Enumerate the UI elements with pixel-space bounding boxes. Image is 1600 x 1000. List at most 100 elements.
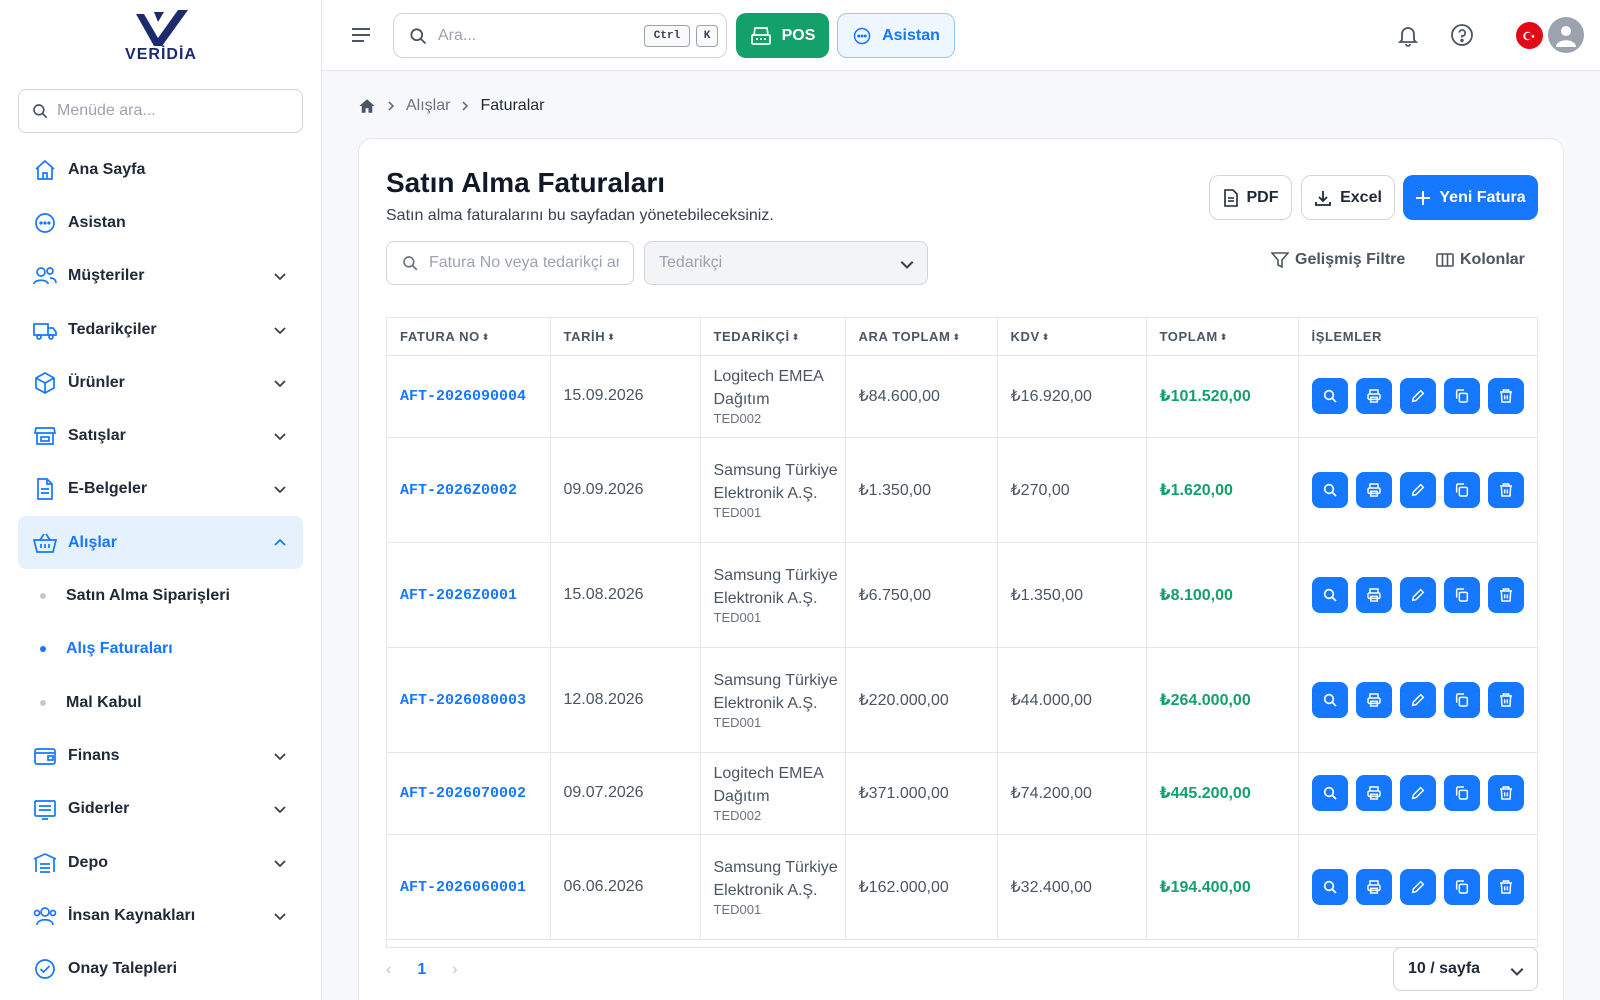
home-icon[interactable]	[358, 97, 376, 115]
sidebar-subitem-mal-kabul[interactable]: Mal Kabul	[18, 676, 303, 729]
edit-button[interactable]	[1399, 681, 1436, 718]
table-row[interactable]: AFT-2026Z0002 09.09.2026 Samsung Türkiye E…	[387, 437, 1537, 543]
next-page-icon[interactable]: ›	[452, 961, 457, 979]
cell-total: ₺194.400,00	[1146, 834, 1299, 940]
print-button[interactable]	[1355, 576, 1392, 613]
view-button[interactable]	[1311, 378, 1348, 414]
edit-button[interactable]	[1399, 471, 1436, 508]
sidebar-item-depo[interactable]: Depo	[18, 836, 303, 889]
sidebar-item-satislar[interactable]: Satışlar	[18, 409, 303, 462]
language-flag-icon[interactable]	[1516, 22, 1543, 49]
print-button[interactable]	[1355, 471, 1392, 508]
sidebar-item-tedarikciler[interactable]: Tedarikçiler	[18, 303, 303, 356]
pdf-button[interactable]: PDF	[1209, 175, 1292, 220]
delete-button[interactable]	[1487, 378, 1524, 414]
view-button[interactable]	[1311, 471, 1348, 508]
delete-button[interactable]	[1487, 868, 1524, 905]
page-number[interactable]: 1	[417, 961, 426, 979]
table-row[interactable]: AFT-2026070002 09.07.2026 Logitech EMEA Da…	[387, 752, 1537, 835]
advanced-filter-button[interactable]: Gelişmiş Filtre	[1271, 251, 1405, 269]
sidebar-item-e-belgeler[interactable]: E-Belgeler	[18, 463, 303, 516]
table-row[interactable]: AFT-2026080003 12.08.2026 Samsung Türkiye …	[387, 647, 1537, 753]
print-button[interactable]	[1355, 775, 1392, 811]
table-row[interactable]: AFT-2026Z0001 15.08.2026 Samsung Türkiye E…	[387, 542, 1537, 648]
edit-button[interactable]	[1399, 868, 1436, 905]
sidebar-item-alislar[interactable]: Alışlar	[18, 516, 303, 570]
view-button[interactable]	[1311, 576, 1348, 613]
view-button[interactable]	[1311, 775, 1348, 811]
sidebar-item-ana-sayfa[interactable]: Ana Sayfa	[18, 143, 303, 196]
global-search[interactable]: Ctrl K	[393, 13, 727, 58]
excel-button[interactable]: Excel	[1301, 175, 1395, 220]
menu-search[interactable]	[18, 89, 303, 133]
sidebar-item-onay-talepleri[interactable]: Onay Talepleri	[18, 942, 303, 995]
menu-search-input[interactable]	[57, 102, 277, 120]
delete-button[interactable]	[1487, 775, 1524, 811]
edit-button[interactable]	[1399, 576, 1436, 613]
sidebar-item-musteriler[interactable]: Müşteriler	[18, 250, 303, 303]
delete-button[interactable]	[1487, 576, 1524, 613]
sidebar-item-giderler[interactable]: Giderler	[18, 783, 303, 836]
table-row[interactable]: AFT-2026090004 15.09.2026 Logitech EMEA Da…	[387, 355, 1537, 438]
col-header-vat[interactable]: KDV ⬍	[997, 318, 1147, 356]
help-icon[interactable]	[1450, 23, 1474, 47]
invoice-link[interactable]: AFT-2026070002	[400, 785, 526, 802]
supplier-select[interactable]: Tedarikçi	[644, 241, 928, 285]
sidebar-item-label: Alışlar	[68, 533, 117, 551]
print-button[interactable]	[1355, 681, 1392, 718]
logo[interactable]: VERİDİA	[0, 8, 322, 68]
bell-icon[interactable]	[1396, 23, 1420, 47]
sidebar-item-urunler[interactable]: Ürünler	[18, 356, 303, 409]
assistant-button[interactable]: Asistan	[837, 13, 955, 58]
col-header-date[interactable]: TARİH ⬍	[550, 318, 701, 356]
sidebar-subitem-satin-alma-siparisleri[interactable]: Satın Alma Siparişleri	[18, 569, 303, 622]
pos-button[interactable]: POS	[736, 13, 829, 58]
copy-button[interactable]	[1443, 378, 1480, 414]
invoice-link[interactable]: AFT-2026090004	[400, 388, 526, 405]
edit-button[interactable]	[1399, 775, 1436, 811]
col-header-subtotal[interactable]: ARA TOPLAM ⬍	[845, 318, 998, 356]
sidebar-subitem-label: Alış Faturaları	[66, 640, 173, 658]
invoice-link[interactable]: AFT-2026060001	[400, 879, 526, 896]
delete-button[interactable]	[1487, 681, 1524, 718]
copy-button[interactable]	[1443, 868, 1480, 905]
cell-subtotal: ₺1.350,00	[845, 437, 998, 543]
prev-page-icon[interactable]: ‹	[386, 961, 391, 979]
invoice-search-input[interactable]	[429, 254, 619, 272]
view-button[interactable]	[1311, 681, 1348, 718]
print-button[interactable]	[1355, 378, 1392, 414]
bullet-dot	[40, 593, 46, 600]
edit-button[interactable]	[1399, 378, 1436, 414]
view-button[interactable]	[1311, 868, 1348, 905]
columns-button[interactable]: Kolonlar	[1436, 251, 1525, 269]
page-size-select[interactable]: 10 / sayfa	[1393, 947, 1538, 991]
new-invoice-button[interactable]: Yeni Fatura	[1403, 175, 1538, 220]
delete-button[interactable]	[1487, 471, 1524, 508]
cell-actions	[1298, 834, 1537, 940]
col-header-invoice-no[interactable]: FATURA NO ⬍	[387, 318, 551, 356]
print-button[interactable]	[1355, 868, 1392, 905]
invoice-link[interactable]: AFT-2026Z0001	[400, 587, 517, 604]
supplier-code: TED001	[713, 901, 762, 917]
copy-button[interactable]	[1443, 576, 1480, 613]
global-search-input[interactable]	[438, 26, 628, 45]
chat-icon	[853, 27, 871, 44]
invoice-link[interactable]: AFT-2026080003	[400, 692, 526, 709]
sidebar-item-asistan[interactable]: Asistan	[18, 196, 303, 249]
sidebar-item-finans[interactable]: Finans	[18, 729, 303, 782]
copy-button[interactable]	[1443, 775, 1480, 811]
copy-button[interactable]	[1443, 681, 1480, 718]
invoice-search[interactable]	[386, 241, 634, 285]
table-row[interactable]: AFT-2026060001 06.06.2026 Samsung Türkiye …	[387, 834, 1537, 940]
col-header-supplier[interactable]: TEDARİKÇİ ⬍	[700, 318, 846, 356]
breadcrumb-parent[interactable]: Alışlar	[406, 97, 450, 115]
people-icon	[32, 903, 58, 929]
copy-button[interactable]	[1443, 471, 1480, 508]
invoice-link[interactable]: AFT-2026Z0002	[400, 482, 517, 499]
col-header-total[interactable]: TOPLAM ⬍	[1146, 318, 1299, 356]
avatar[interactable]	[1548, 17, 1584, 53]
cell-invoice-no: AFT-2026090004	[387, 355, 551, 438]
sidebar-item-insan-kaynaklari[interactable]: İnsan Kaynakları	[18, 889, 303, 942]
sidebar-subitem-alis-faturalari[interactable]: Alış Faturaları	[18, 623, 303, 676]
menu-toggle-icon[interactable]	[350, 24, 372, 46]
